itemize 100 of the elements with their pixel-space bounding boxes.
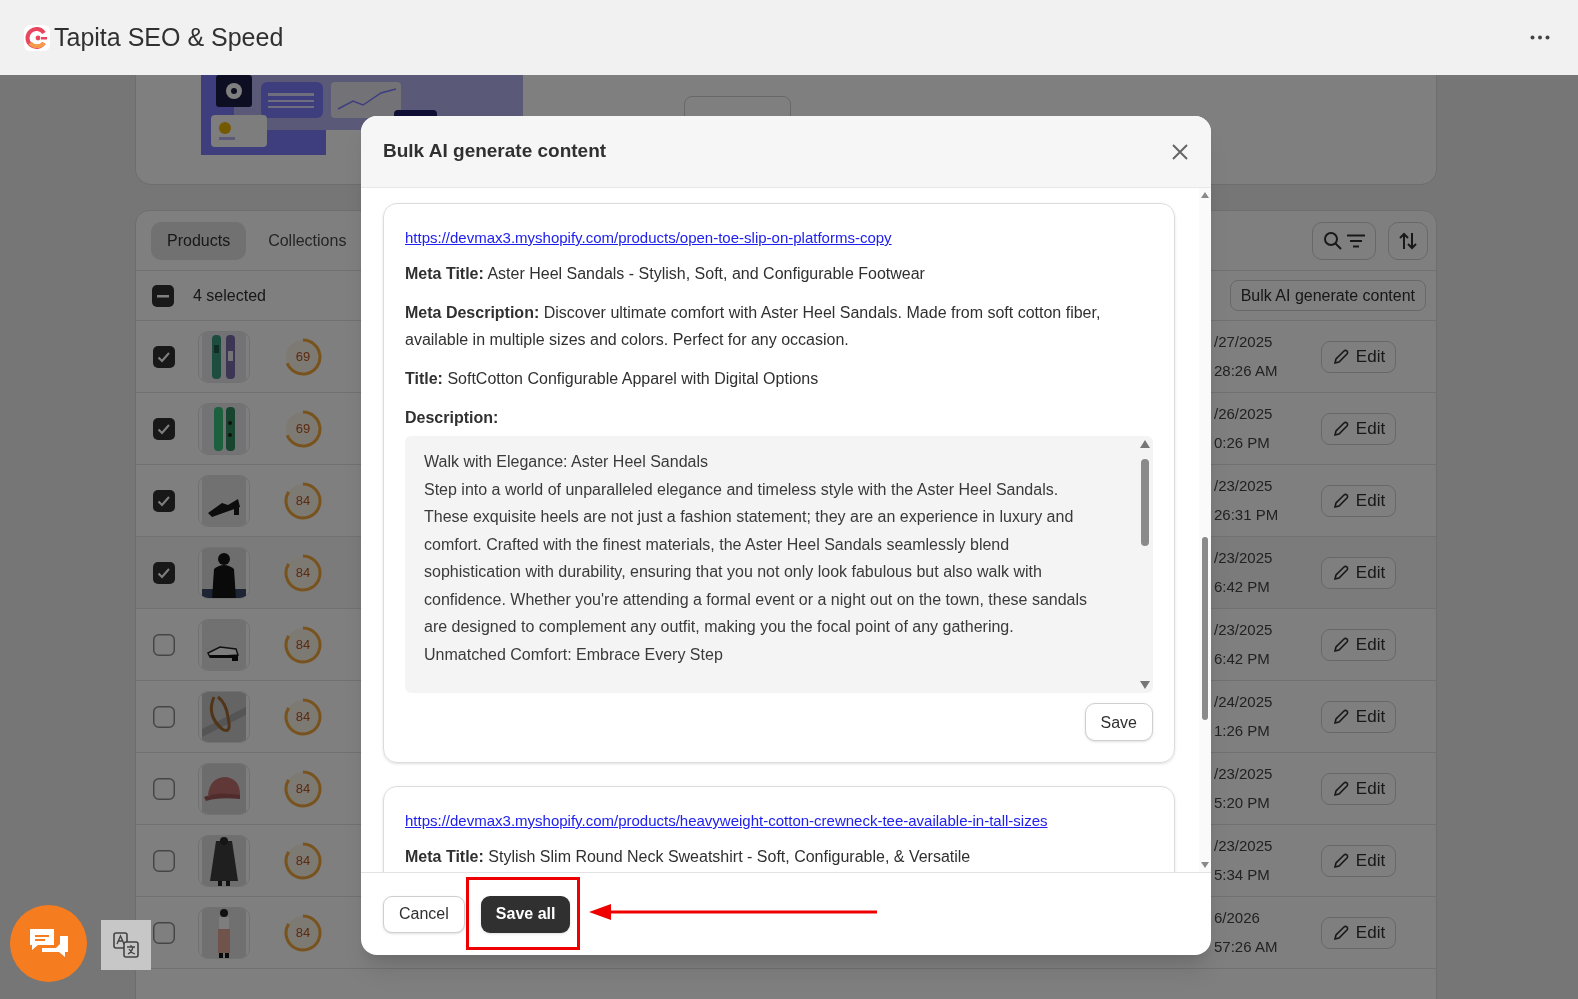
checkbox[interactable] [153, 417, 175, 440]
updated-time: 28:26 AM [1214, 360, 1279, 381]
updated-date: 6/2026 [1214, 908, 1261, 928]
scroll-up-icon[interactable] [1140, 440, 1150, 448]
checkbox[interactable] [153, 633, 175, 656]
sort-icon [1398, 230, 1418, 251]
checkbox[interactable] [153, 921, 175, 944]
score-ring [284, 553, 322, 592]
meta-title-text: Meta Title: Aster Heel Sandals - Stylish, Soft, and Configurable Footwear [405, 264, 926, 284]
score-value: 69 [295, 347, 311, 366]
updated-date: /27/2025 [1214, 332, 1274, 352]
score-ring [284, 769, 322, 808]
updated-time: 57:26 AM [1214, 936, 1279, 957]
edit-button[interactable]: Edit [1321, 628, 1396, 661]
more-icon[interactable] [1530, 35, 1550, 40]
score-ring [284, 841, 322, 880]
pencil-icon [1331, 635, 1350, 654]
scrollbar-thumb[interactable] [1141, 459, 1149, 546]
edit-button[interactable]: Edit [1321, 700, 1396, 733]
score-value: 84 [295, 779, 311, 798]
edit-button[interactable]: Edit [1321, 772, 1396, 805]
modal-title: Bulk AI generate content [383, 139, 608, 164]
updated-time: 0:26 PM [1214, 432, 1271, 453]
pencil-icon [1331, 923, 1350, 942]
edit-button[interactable]: Edit [1321, 916, 1396, 949]
title-text: Title: SoftCotton Configurable Apparel with Digital Options [405, 369, 820, 389]
score-value: 84 [295, 707, 311, 726]
score-value: 84 [295, 851, 311, 870]
updated-date: /23/2025 [1214, 620, 1274, 640]
scroll-down-icon[interactable] [1140, 681, 1150, 689]
cancel-button[interactable]: Cancel [383, 895, 465, 933]
score-value: 69 [295, 419, 311, 438]
edit-button[interactable]: Edit [1321, 556, 1396, 589]
updated-time: 26:31 PM [1214, 504, 1280, 525]
tab[interactable]: Products [151, 221, 247, 260]
checkbox[interactable] [153, 849, 175, 872]
scroll-down-icon[interactable] [1201, 862, 1209, 868]
score-value: 84 [295, 491, 311, 510]
updated-date: /23/2025 [1214, 836, 1274, 856]
score-ring [284, 697, 322, 736]
checkbox[interactable] [153, 705, 175, 728]
checkbox[interactable] [153, 345, 175, 368]
updated-date: /23/2025 [1214, 476, 1274, 496]
checkbox[interactable] [153, 489, 175, 512]
scrollbar[interactable] [1199, 188, 1211, 872]
meta-title-text: Meta Title: Stylish Slim Round Neck Sweatshirt - Soft, Configurable, & Versatile [405, 847, 972, 867]
pencil-icon [1331, 851, 1350, 870]
updated-time: 6:42 PM [1214, 576, 1271, 597]
score-ring [284, 337, 322, 376]
sort-button[interactable] [1388, 221, 1428, 260]
scrollbar-thumb[interactable] [1202, 537, 1208, 720]
updated-time: 1:26 PM [1214, 720, 1271, 741]
select-all-checkbox[interactable] [152, 284, 174, 307]
edit-button[interactable]: Edit [1321, 412, 1396, 445]
description-label: Description: [405, 408, 500, 428]
translate-button[interactable] [101, 920, 151, 970]
updated-time: 6:42 PM [1214, 648, 1271, 669]
score-ring [284, 481, 322, 520]
pencil-icon [1331, 419, 1350, 438]
score-ring [284, 409, 322, 448]
app-title: Tapita SEO & Speed [54, 21, 284, 53]
edit-button[interactable]: Edit [1321, 484, 1396, 517]
filter-icon [1345, 233, 1366, 248]
updated-date: /23/2025 [1214, 548, 1274, 568]
description-field[interactable] [405, 436, 1153, 693]
updated-time: 5:20 PM [1214, 792, 1271, 813]
close-icon[interactable] [1171, 142, 1189, 161]
edit-button[interactable]: Edit [1321, 340, 1396, 373]
updated-date: /24/2025 [1214, 692, 1274, 712]
updated-date: /23/2025 [1214, 764, 1274, 784]
score-value: 84 [295, 635, 311, 654]
score-ring [284, 913, 322, 952]
search-icon [1322, 230, 1343, 251]
product-link[interactable]: https://devmax3.myshopify.com/products/heavyweight-cotton-crewneck-tee-available-in-tall-sizes [405, 811, 1153, 831]
score-value: 84 [295, 923, 311, 942]
tab[interactable]: Collections [252, 221, 363, 260]
app-logo-icon [24, 24, 50, 51]
pencil-icon [1331, 347, 1350, 366]
search-filter-button[interactable] [1312, 221, 1376, 260]
description-text: Walk with Elegance: Aster Heel Sandals Step into a world of unparalleled elegance and timeless style with the Aster Heel Sandals. These exquisite heels are not just a fashion statement; they are an experience in luxury and comfort. Crafted with the finest materials, the Aster Heel Sandals seamlessly blend sophistication with durability, ensuring that you not only look fabulous but also walk with confidence. Whether you're attending a formal event or a night out on the town, these sandals are designed to complement any outfit, making you the focal point of any gathering. Unmatched Comfort: Embrace Every Step [424, 452, 1089, 665]
text-scrollbar[interactable] [1139, 440, 1151, 689]
pencil-icon [1331, 563, 1350, 582]
updated-time: 5:34 PM [1214, 864, 1271, 885]
selected-count: 4 selected [193, 285, 267, 306]
translate-icon [113, 932, 139, 958]
scroll-up-icon[interactable] [1201, 192, 1209, 198]
checkbox[interactable] [153, 777, 175, 800]
updated-date: /26/2025 [1214, 404, 1274, 424]
bulk-generate-button[interactable]: Bulk AI generate content [1229, 280, 1426, 311]
save-all-button[interactable]: Save all [480, 895, 571, 933]
edit-button[interactable]: Edit [1321, 844, 1396, 877]
meta-description-text: Meta Description: Discover ultimate comfort with Aster Heel Sandals. Made from soft cotton fiber, available in multiple sizes and colors. Perfect for any occasion. [405, 303, 1102, 350]
checkbox[interactable] [153, 561, 175, 584]
save-button[interactable]: Save [1084, 703, 1153, 741]
score-ring [284, 625, 322, 664]
pencil-icon [1331, 779, 1350, 798]
product-link[interactable]: https://devmax3.myshopify.com/products/open-toe-slip-on-platforms-copy [405, 228, 1153, 248]
pencil-icon [1331, 491, 1350, 510]
score-value: 84 [295, 563, 311, 582]
pencil-icon [1331, 707, 1350, 726]
